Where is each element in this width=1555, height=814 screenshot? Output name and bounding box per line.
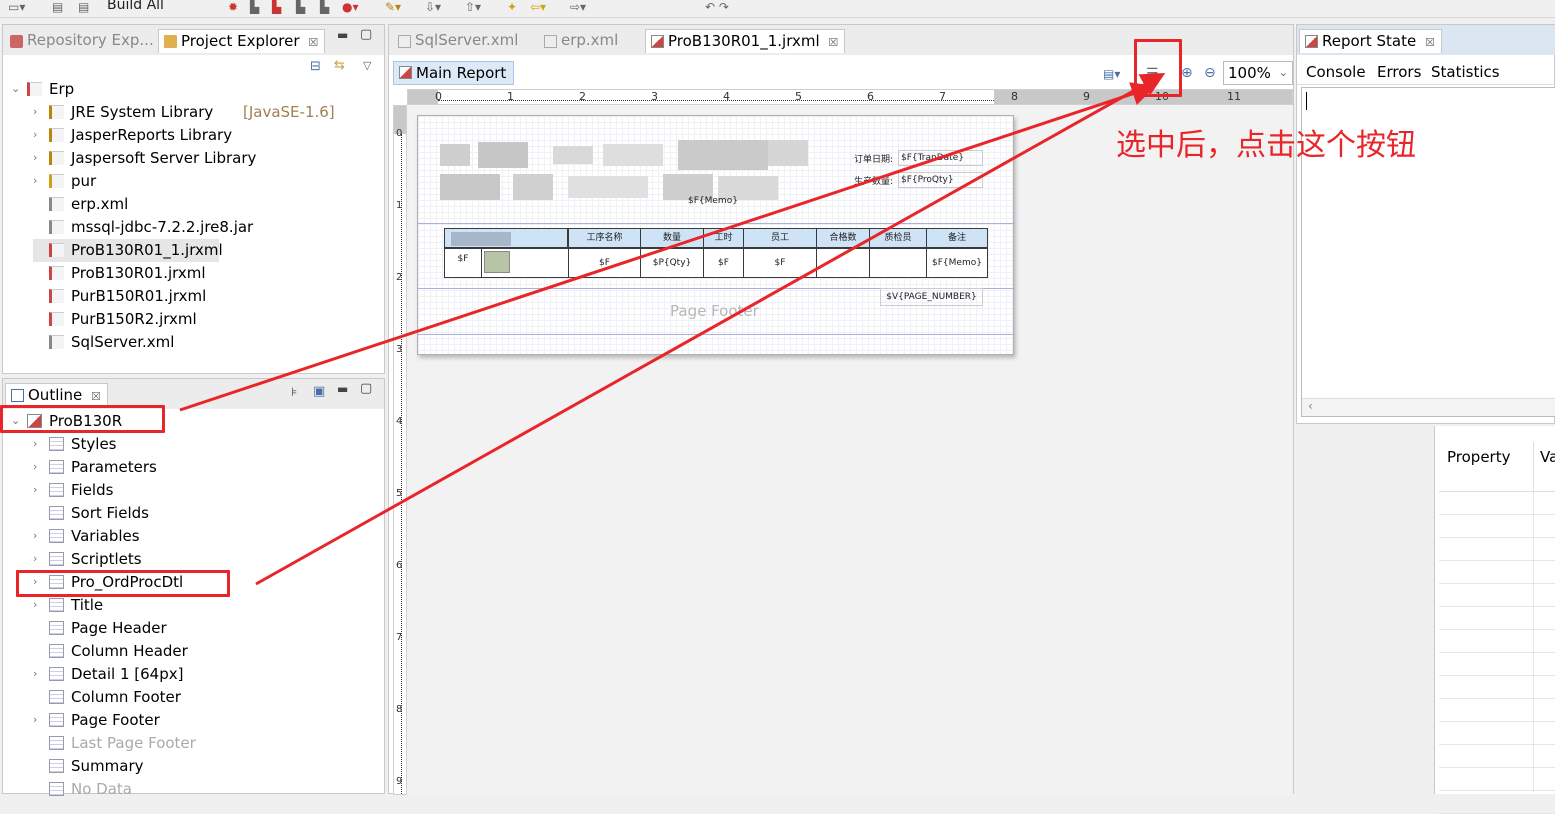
annotation-arrow	[179, 82, 1156, 412]
annotation-arrows	[179, 73, 1166, 586]
annotation-arrow	[255, 73, 1166, 586]
